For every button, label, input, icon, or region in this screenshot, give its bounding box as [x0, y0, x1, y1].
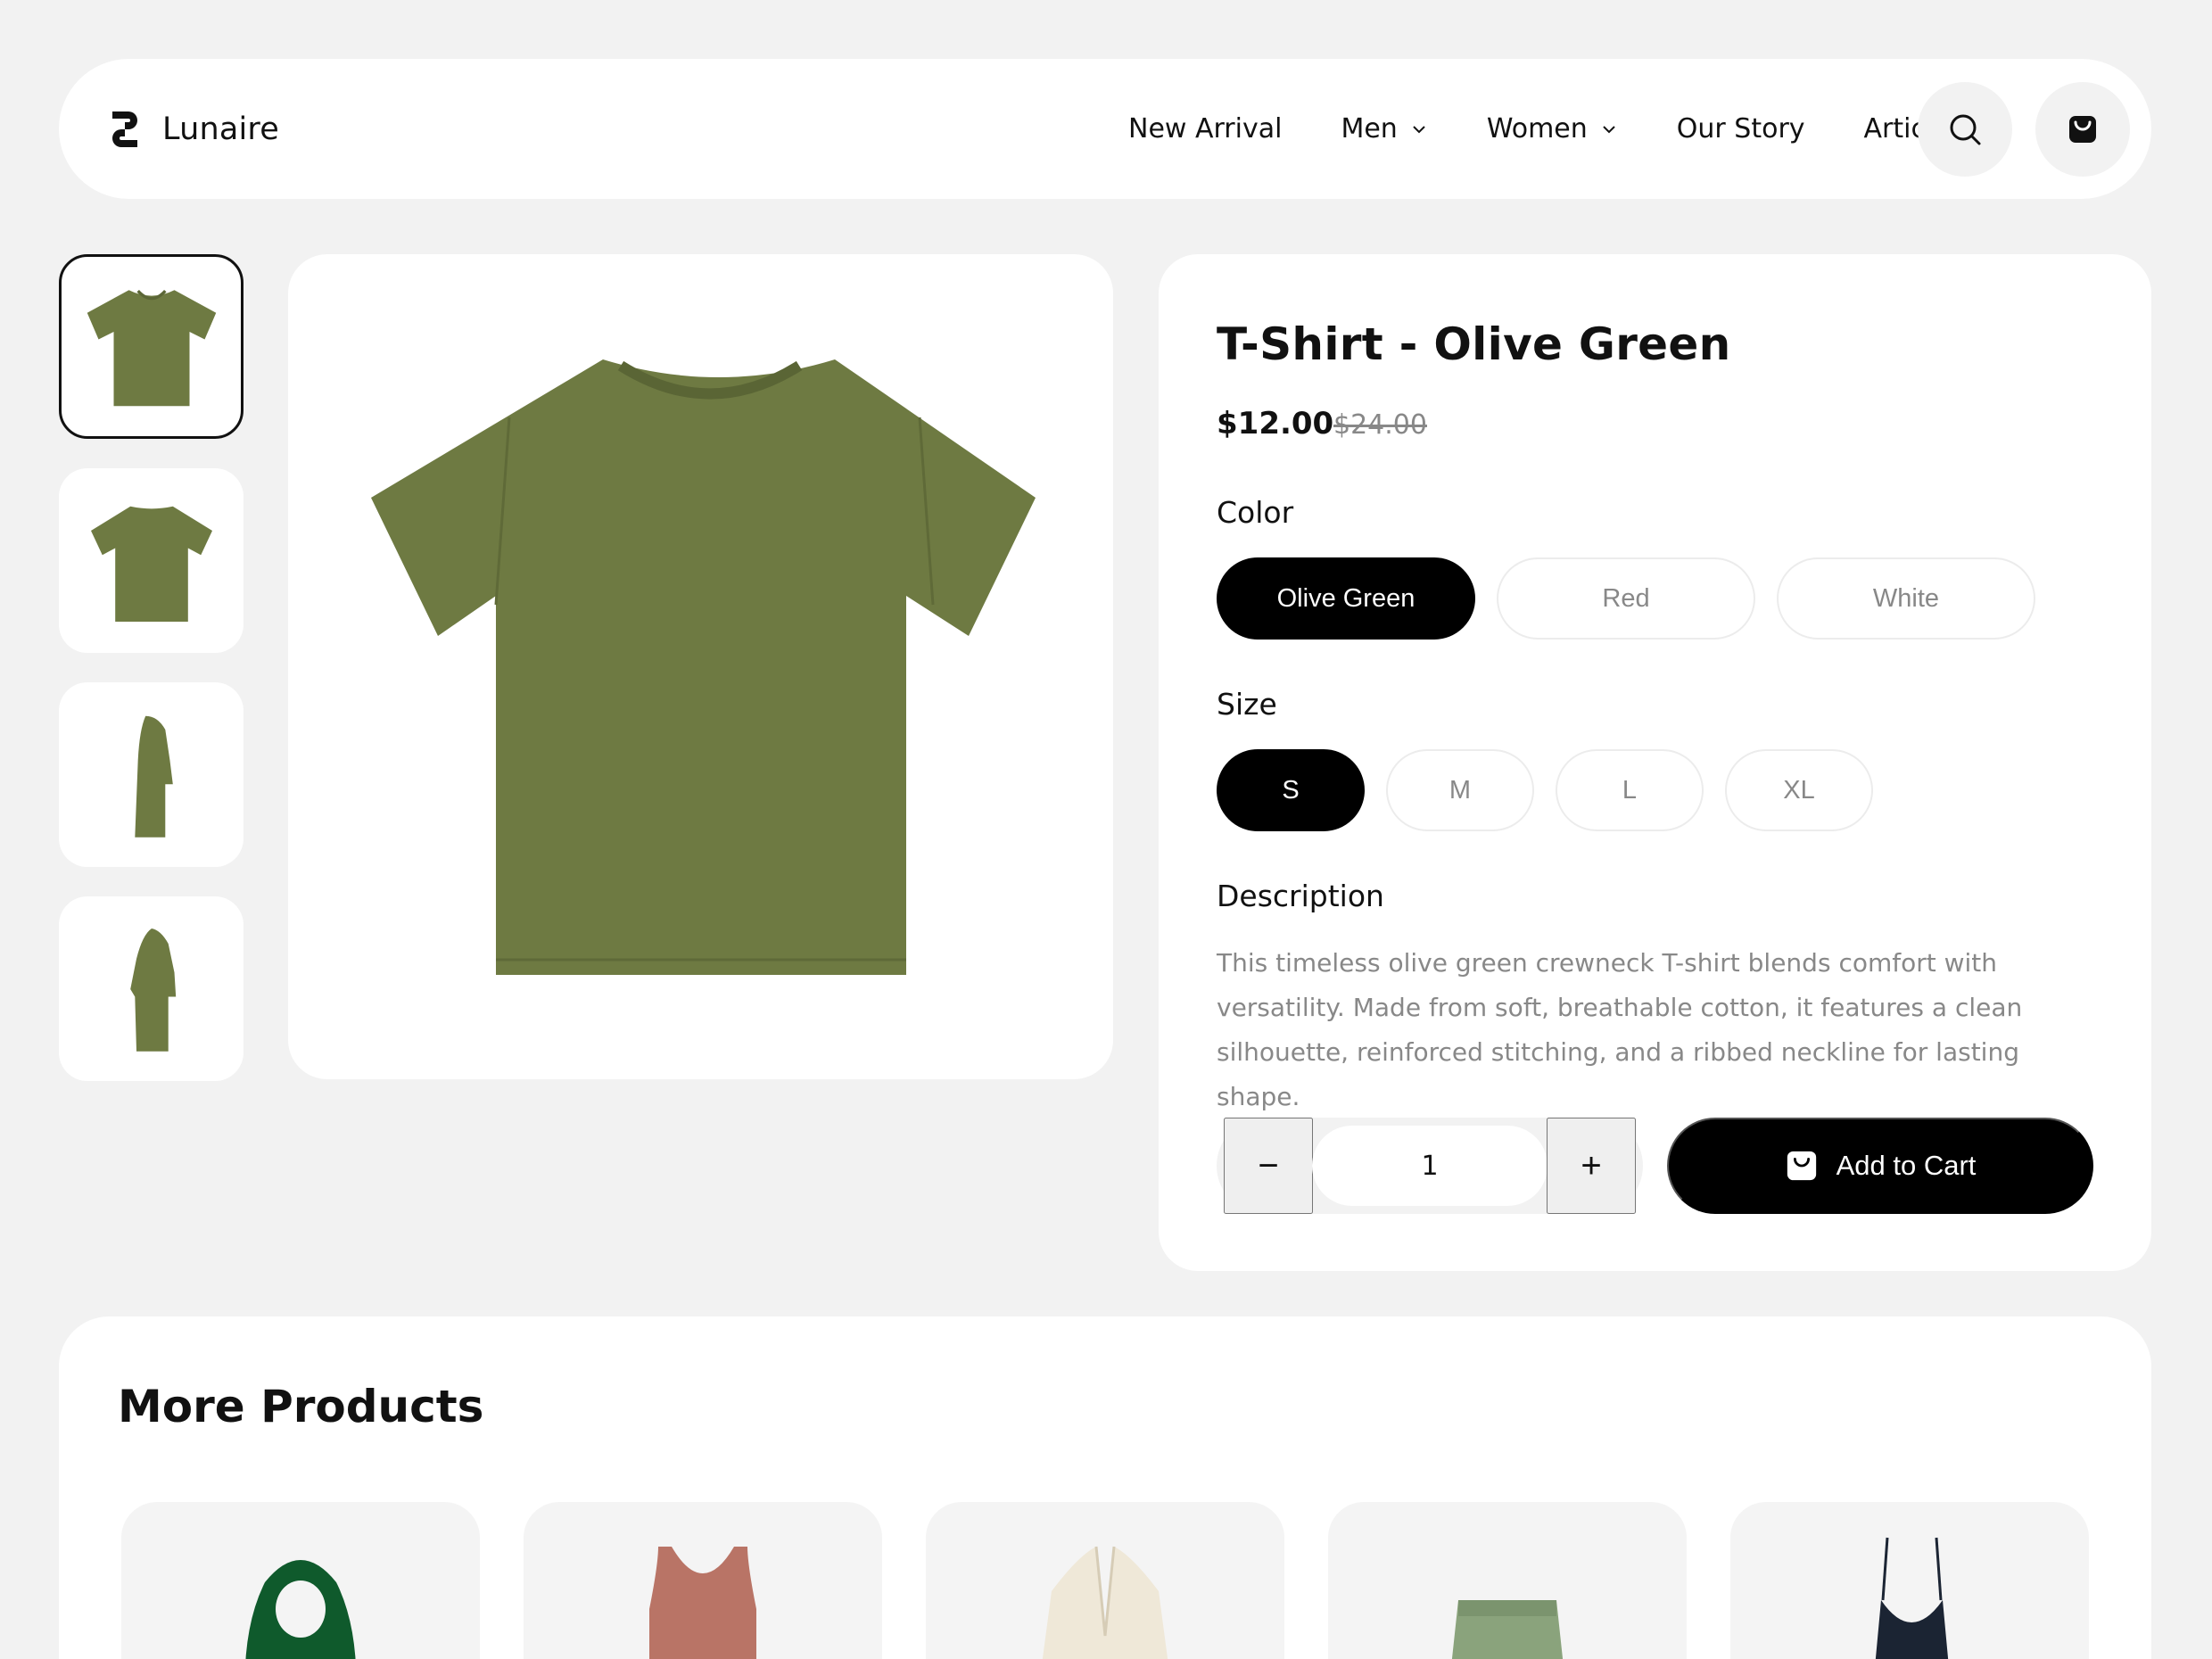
shopping-bag-icon [1787, 1151, 1816, 1181]
nav-item-label: Women [1486, 113, 1588, 144]
nav-item-women[interactable]: Women [1487, 113, 1618, 144]
sage-shorts-image [1451, 1600, 1564, 1659]
more-products-section: More Products [59, 1316, 2151, 1659]
more-products-title: More Products [118, 1381, 484, 1432]
quantity-stepper: − 1 + [1217, 1118, 1643, 1214]
add-to-cart-label: Add to Cart [1836, 1150, 1977, 1181]
quantity-input[interactable]: 1 [1312, 1126, 1548, 1206]
brand-name: Lunaire [162, 111, 279, 147]
lunaire-logo-icon [112, 111, 137, 147]
nav-item-new-arrival[interactable]: New Arrival [1128, 113, 1282, 144]
add-to-cart-button[interactable]: Add to Cart [1667, 1118, 2093, 1214]
nav-item-label: Our Story [1676, 113, 1805, 144]
size-option-l[interactable]: L [1556, 749, 1704, 831]
product-card-tank-top[interactable] [524, 1502, 882, 1659]
product-description: This timeless olive green crewneck T-shi… [1217, 948, 2023, 1111]
current-price: $12.00 [1217, 406, 1334, 442]
color-option-white[interactable]: White [1777, 557, 2035, 640]
thumbnail-side-left[interactable] [59, 682, 243, 867]
chevron-down-icon [1603, 125, 1615, 133]
search-button[interactable] [1918, 81, 2012, 177]
product-card-blazer[interactable] [926, 1502, 1284, 1659]
decrease-quantity-button[interactable]: − [1224, 1118, 1313, 1214]
nav-item-label: Men [1341, 113, 1398, 144]
main-menu: New Arrival Men Women Our Story Articles [1128, 59, 2022, 199]
color-option-red[interactable]: Red [1497, 557, 1755, 640]
size-label: Size [1217, 687, 1277, 722]
product-card-shorts[interactable] [1328, 1502, 1687, 1659]
rust-tank-top-image [649, 1547, 756, 1659]
thumbnail-back[interactable] [59, 468, 243, 653]
thumbnail-front[interactable] [59, 254, 243, 439]
product-card-scarf[interactable] [121, 1502, 480, 1659]
chevron-down-icon [1413, 125, 1425, 133]
shopping-bag-icon [2069, 115, 2096, 143]
tshirt-side-thumbnail [129, 928, 176, 1052]
cart-button[interactable] [2035, 81, 2130, 177]
navy-slip-dress-image [1875, 1537, 1949, 1659]
product-card-slip-dress[interactable] [1730, 1502, 2089, 1659]
color-label: Color [1217, 495, 1294, 530]
top-navbar: Lunaire New Arrival Men Women Our Story … [59, 59, 2151, 199]
product-title: T-Shirt - Olive Green [1217, 318, 1731, 370]
product-page: Lunaire New Arrival Men Women Our Story … [0, 0, 2212, 1659]
thumbnail-side-right[interactable] [59, 896, 243, 1081]
tshirt-side-thumbnail [134, 715, 173, 838]
nav-item-men[interactable]: Men [1341, 113, 1427, 144]
increase-quantity-button[interactable]: + [1547, 1118, 1636, 1214]
product-info-panel: T-Shirt - Olive Green $12.00 $24.00 Colo… [1159, 254, 2151, 1271]
size-option-m[interactable]: M [1386, 749, 1534, 831]
color-option-olive-green[interactable]: Olive Green [1217, 557, 1475, 640]
nav-item-label: New Arrival [1128, 113, 1283, 144]
green-scarf-image [245, 1560, 356, 1659]
search-icon [1950, 114, 1981, 144]
size-option-xl[interactable]: XL [1725, 749, 1873, 831]
tshirt-back-thumbnail [90, 506, 212, 622]
tshirt-front-thumbnail [87, 289, 216, 406]
brand-logo[interactable]: Lunaire [103, 108, 279, 151]
nav-item-our-story[interactable]: Our Story [1677, 113, 1805, 144]
original-price: $24.00 [1333, 409, 1427, 441]
tshirt-main-image [370, 359, 1036, 975]
description-label: Description [1217, 879, 1384, 913]
main-product-image [288, 254, 1113, 1079]
size-option-s[interactable]: S [1217, 749, 1365, 831]
cream-blazer-image [1042, 1546, 1168, 1659]
